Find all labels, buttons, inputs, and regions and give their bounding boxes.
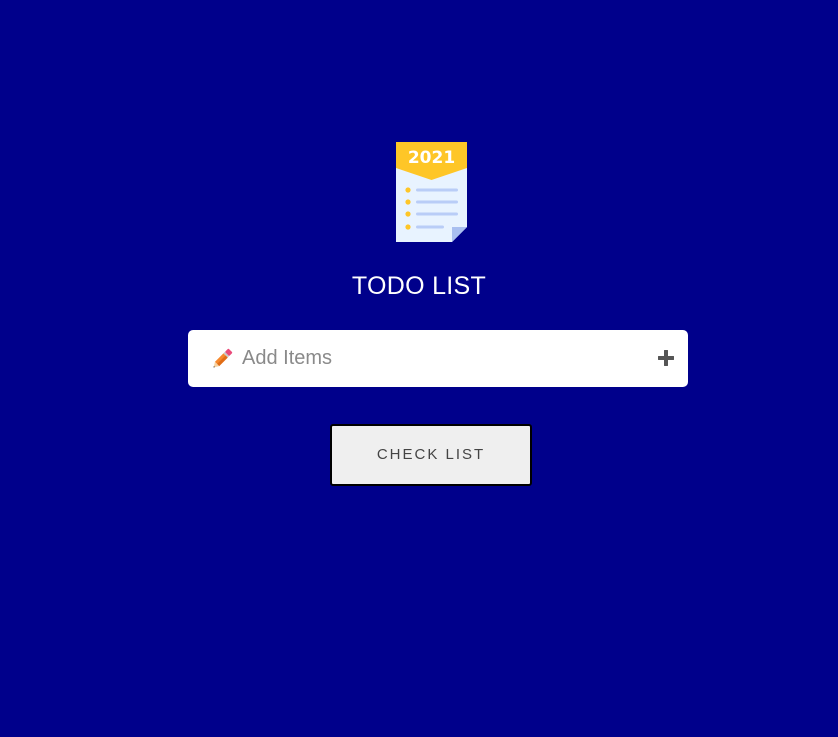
todo-logo: 2021 — [395, 141, 469, 243]
page-title: TODO LIST — [351, 272, 487, 300]
check-list-button[interactable]: CHECK LIST — [330, 424, 532, 486]
notepad-checklist-icon: 2021 — [396, 142, 467, 242]
pencil-icon — [209, 346, 235, 372]
plus-icon[interactable] — [656, 348, 676, 368]
logo-year: 2021 — [408, 148, 455, 168]
add-item-bar — [188, 330, 688, 387]
add-items-input[interactable] — [240, 342, 644, 374]
